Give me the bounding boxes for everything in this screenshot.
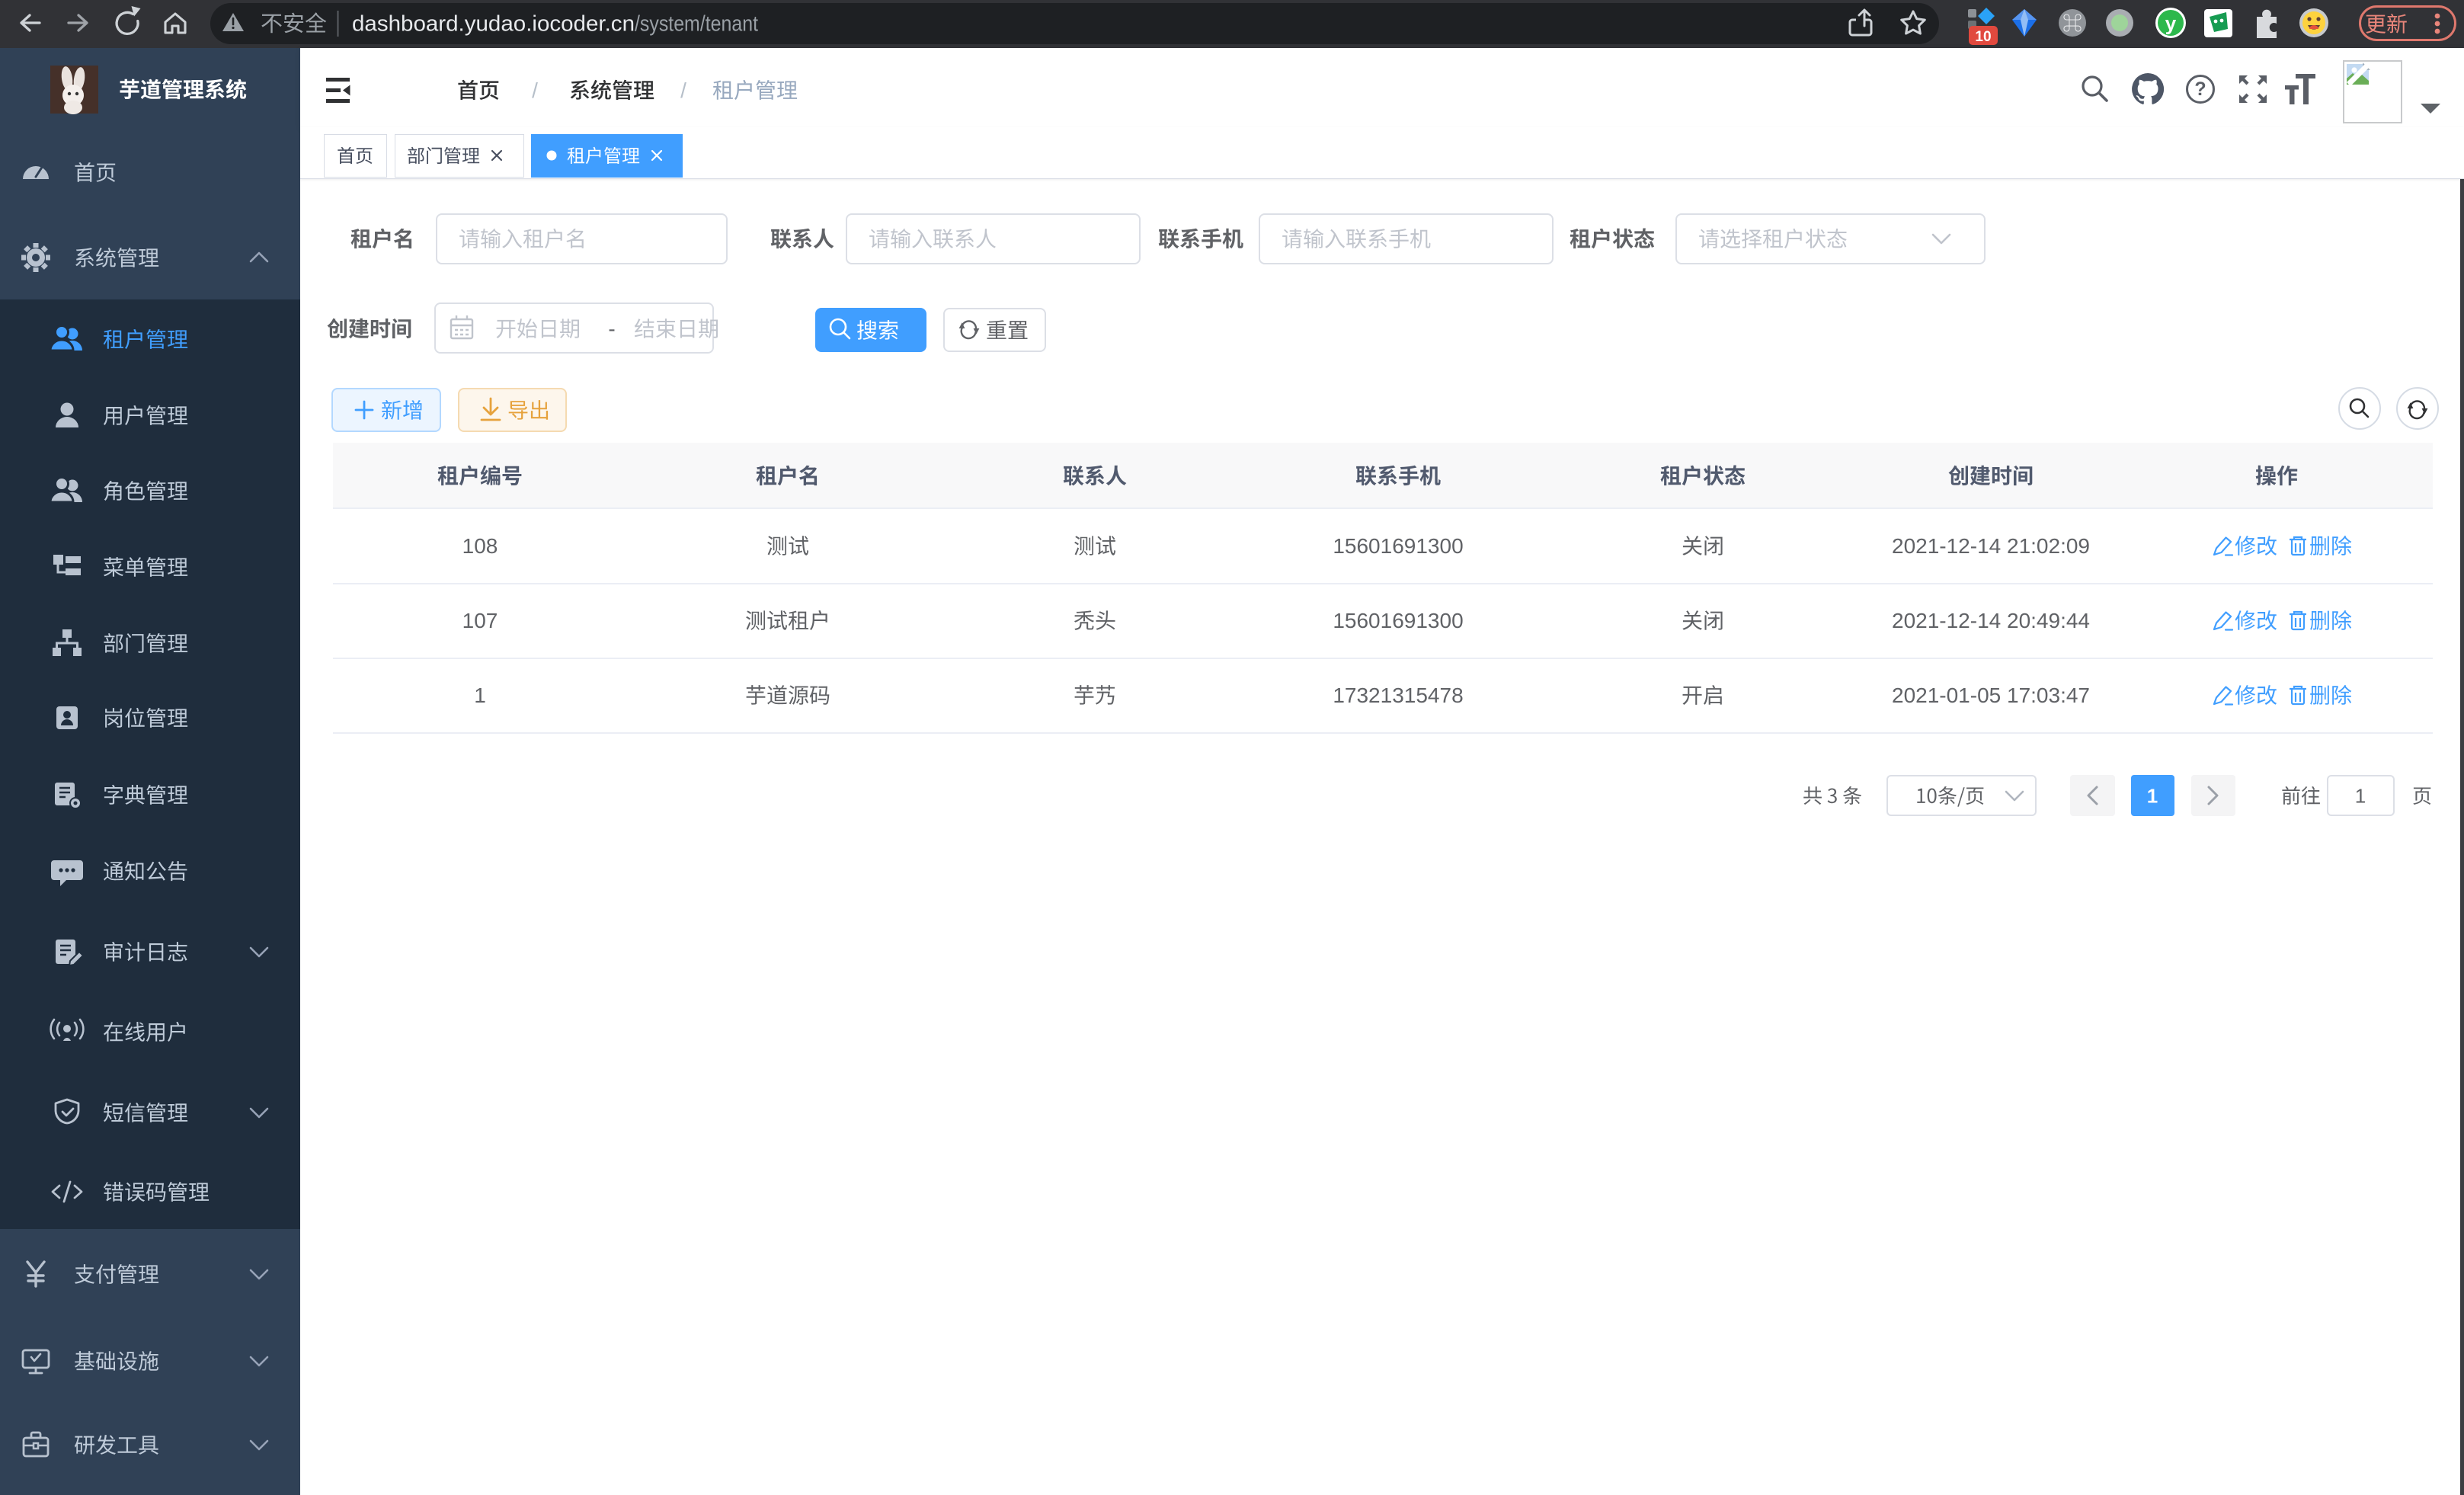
- svg-text:?: ?: [2194, 78, 2206, 100]
- svg-text:107: 107: [462, 609, 498, 632]
- svg-text:1: 1: [2355, 784, 2366, 807]
- svg-text:15601691300: 15601691300: [1333, 534, 1463, 558]
- svg-text:2021-12-14 20:49:44: 2021-12-14 20:49:44: [1892, 609, 2090, 632]
- svg-text:1: 1: [474, 683, 486, 707]
- svg-text:17321315478: 17321315478: [1333, 683, 1463, 707]
- svg-text:10: 10: [1975, 29, 1991, 45]
- svg-text:2021-12-14 21:02:09: 2021-12-14 21:02:09: [1892, 534, 2090, 558]
- svg-text:dashboard.yudao.iocoder.cn: dashboard.yudao.iocoder.cn: [352, 12, 635, 37]
- svg-text:/: /: [680, 78, 686, 102]
- svg-text:15601691300: 15601691300: [1333, 609, 1463, 632]
- svg-text:2021-01-05 17:03:47: 2021-01-05 17:03:47: [1892, 683, 2090, 707]
- svg-text:/system/tenant: /system/tenant: [635, 12, 758, 37]
- svg-text:y: y: [2165, 11, 2177, 34]
- svg-text:/: /: [532, 78, 538, 102]
- svg-text:-: -: [608, 317, 615, 341]
- svg-text:108: 108: [462, 534, 498, 558]
- svg-text:1: 1: [2147, 784, 2158, 807]
